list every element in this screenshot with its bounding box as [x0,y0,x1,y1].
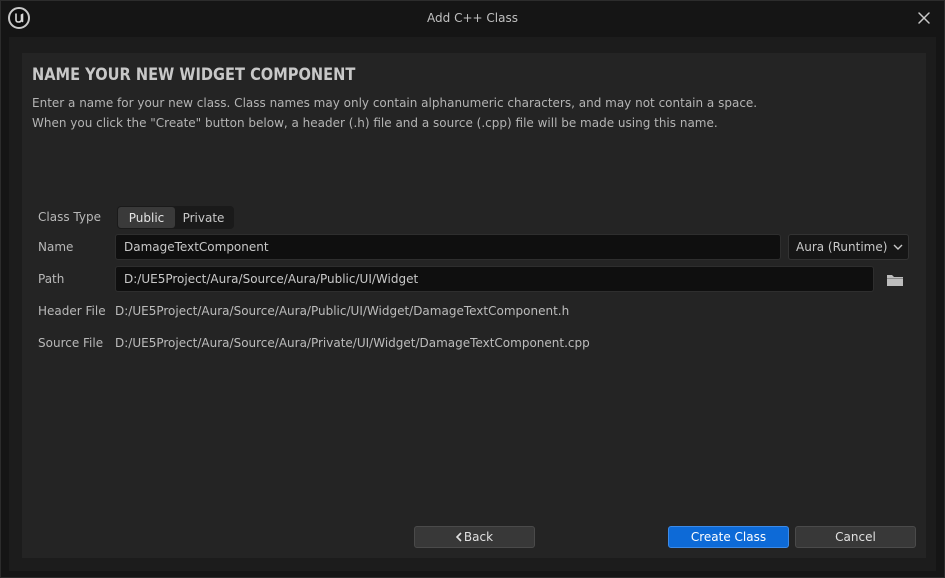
chevron-left-icon [455,532,462,542]
window-title: Add C++ Class [427,11,518,25]
cancel-button[interactable]: Cancel [795,526,916,548]
header-file-value: D:/UE5Project/Aura/Source/Aura/Public/UI… [115,304,570,318]
content-panel: NAME YOUR NEW WIDGET COMPONENT Enter a n… [22,53,926,558]
class-type-label: Class Type [38,210,101,224]
description-line-2: When you click the "Create" button below… [32,116,718,130]
path-label: Path [38,272,65,286]
module-dropdown[interactable]: Aura (Runtime) [788,234,909,260]
page-title: NAME YOUR NEW WIDGET COMPONENT [32,65,356,85]
description-line-1: Enter a name for your new class. Class n… [32,96,758,110]
folder-icon[interactable] [886,272,904,288]
source-file-label: Source File [38,336,104,350]
class-type-toggle: Public Private [117,206,234,229]
add-class-window: Add C++ Class NAME YOUR NEW WIDGET COMPO… [0,0,945,578]
close-icon[interactable] [916,10,932,26]
source-file-value: D:/UE5Project/Aura/Source/Aura/Private/U… [115,336,590,350]
path-input[interactable]: D:/UE5Project/Aura/Source/Aura/Public/UI… [115,266,874,292]
create-class-button[interactable]: Create Class [668,526,789,548]
class-type-public-option[interactable]: Public [118,207,175,228]
name-label: Name [38,240,74,254]
back-button[interactable]: Back [414,526,535,548]
back-button-label: Back [463,530,494,544]
class-name-input[interactable]: DamageTextComponent [115,234,781,260]
title-bar[interactable]: Add C++ Class [1,1,944,37]
module-dropdown-label: Aura (Runtime) [796,240,888,254]
class-type-private-option[interactable]: Private [175,207,232,228]
header-file-label: Header File [38,304,106,318]
chevron-down-icon [893,243,903,251]
